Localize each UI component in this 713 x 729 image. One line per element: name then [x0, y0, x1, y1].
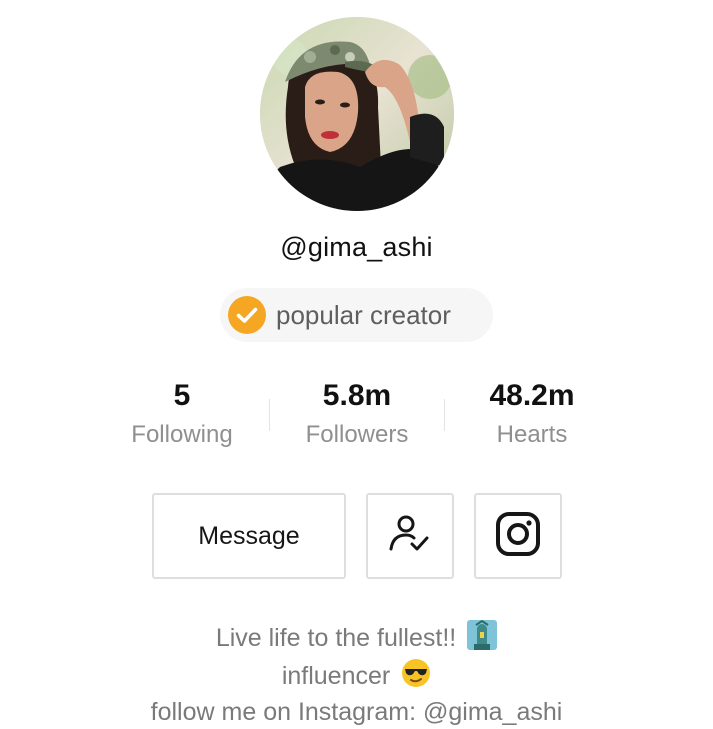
username: @gima_ashi — [280, 232, 433, 262]
checkmark-badge-icon — [228, 296, 266, 334]
avatar-image — [260, 17, 454, 211]
followers-count: 5.8m — [322, 379, 392, 412]
popular-creator-badge[interactable]: popular creator — [220, 288, 493, 342]
instagram-icon — [495, 511, 541, 562]
bio-line-2-text: influencer — [281, 662, 391, 690]
followers-label: Followers — [305, 421, 409, 448]
following-label: Following — [131, 421, 233, 448]
bio-line-2: influencer — [0, 658, 713, 696]
instagram-button[interactable] — [474, 493, 562, 579]
message-button-label: Message — [198, 521, 300, 550]
profile-avatar[interactable] — [260, 17, 454, 211]
bio-line-3: follow me on Instagram: @gima_ashi — [150, 698, 563, 726]
badge-label: popular creator — [276, 299, 451, 330]
statue-of-liberty-icon — [467, 619, 498, 658]
bio-line-1: Live life to the fullest!! — [0, 619, 713, 658]
hearts-label: Hearts — [496, 421, 568, 448]
message-button[interactable]: Message — [152, 493, 346, 579]
stat-following[interactable]: 5 Following — [94, 376, 270, 449]
following-status-button[interactable] — [366, 493, 454, 579]
profile-bio: Live life to the fullest!! influencer fo… — [0, 619, 713, 728]
bio-line-1-text: Live life to the fullest!! — [215, 624, 457, 652]
sunglasses-emoji-icon — [401, 658, 431, 696]
hearts-count: 48.2m — [489, 379, 575, 412]
stat-hearts[interactable]: 48.2m Hearts — [444, 376, 620, 449]
user-check-icon — [387, 511, 433, 562]
following-count: 5 — [173, 379, 191, 412]
stat-followers[interactable]: 5.8m Followers — [269, 376, 445, 449]
